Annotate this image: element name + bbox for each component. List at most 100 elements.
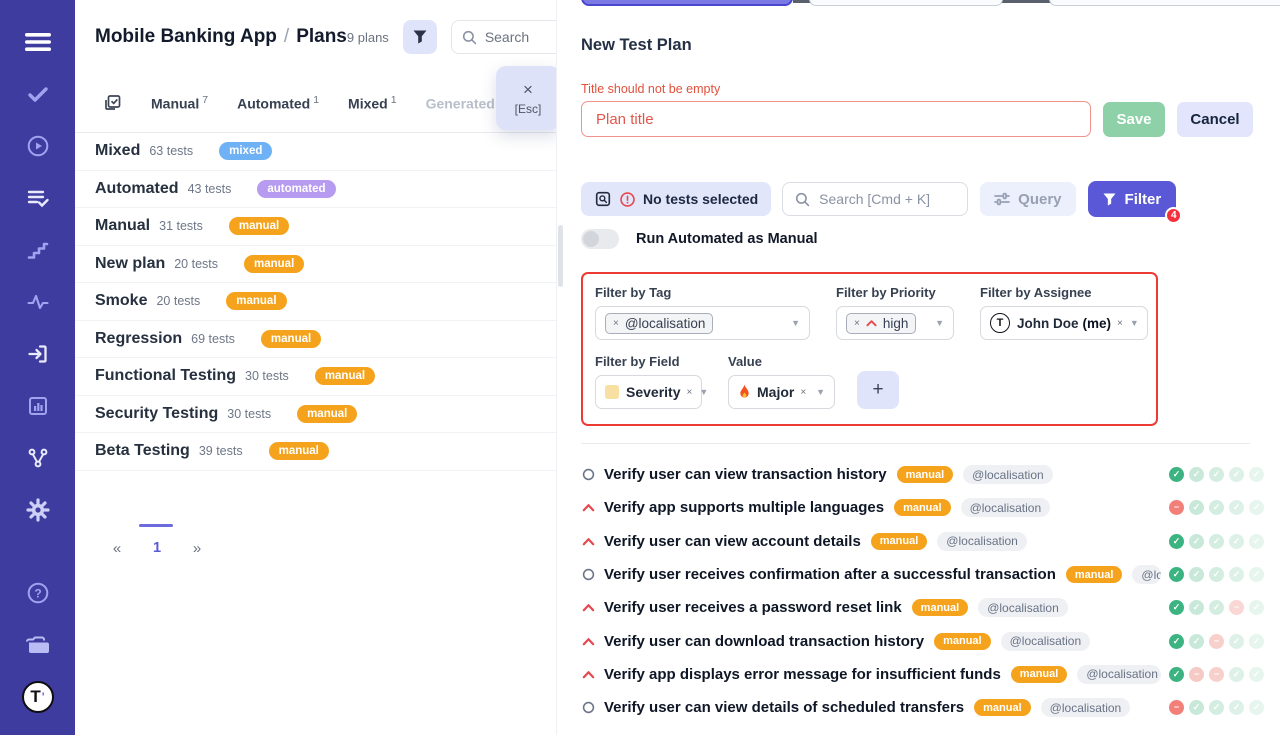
- plan-filter-tab[interactable]: Mixed1: [348, 94, 397, 112]
- plan-list-item[interactable]: Functional Testing 30 tests manual: [75, 358, 556, 396]
- test-manual-badge: manual: [871, 533, 928, 550]
- tag-select[interactable]: ×@localisation ▼: [595, 306, 810, 340]
- plan-list-item[interactable]: Beta Testing 39 tests manual: [75, 433, 556, 471]
- test-title[interactable]: Verify user can download transaction his…: [604, 633, 924, 650]
- plan-list-item[interactable]: New plan 20 tests manual: [75, 246, 556, 284]
- run-automated-toggle[interactable]: [581, 229, 619, 249]
- tests-search-input[interactable]: [819, 191, 949, 207]
- status-pass-dot: ✓: [1229, 534, 1244, 549]
- toggle-knob: [583, 231, 599, 247]
- plan-filter-tab[interactable]: Generated: [426, 94, 498, 112]
- list-check-icon[interactable]: [0, 172, 75, 224]
- strip-tab-active[interactable]: [581, 0, 793, 6]
- test-row[interactable]: Verify app displays error message for in…: [581, 658, 1264, 691]
- save-button[interactable]: Save: [1103, 102, 1165, 137]
- plan-filter-tab[interactable]: Manual7: [151, 94, 208, 112]
- pagination-next[interactable]: »: [191, 540, 203, 557]
- chevron-down-icon[interactable]: ▼: [784, 318, 800, 328]
- priority-chip[interactable]: ×high: [846, 313, 916, 334]
- plan-filter-tab[interactable]: Automated1: [237, 94, 319, 112]
- select-all-icon[interactable]: [102, 93, 122, 113]
- chevron-down-icon[interactable]: ▼: [1123, 318, 1139, 328]
- field-select[interactable]: Severity × ▼: [595, 375, 702, 409]
- plan-test-count: 39 tests: [199, 444, 243, 458]
- tag-chip[interactable]: ×@localisation: [605, 313, 713, 334]
- plans-filter-button[interactable]: [403, 20, 437, 54]
- help-icon[interactable]: ?: [0, 567, 75, 619]
- test-title[interactable]: Verify user receives confirmation after …: [604, 566, 1056, 583]
- test-title[interactable]: Verify user receives a password reset li…: [604, 599, 902, 616]
- menu-icon[interactable]: [0, 16, 75, 68]
- plan-list-item[interactable]: Automated 43 tests automated: [75, 171, 556, 209]
- test-row[interactable]: Verify user receives confirmation after …: [581, 558, 1264, 591]
- pagination-page-1[interactable]: 1: [153, 540, 161, 556]
- query-button[interactable]: Query: [980, 182, 1075, 216]
- status-pass-dot: ✓: [1209, 600, 1224, 615]
- plan-list-item[interactable]: Regression 69 tests manual: [75, 321, 556, 359]
- play-circle-icon[interactable]: [0, 120, 75, 172]
- value-value: Major: [757, 384, 794, 400]
- esc-key-hint: [Esc]: [515, 102, 542, 116]
- remove-priority-icon[interactable]: ×: [854, 318, 860, 329]
- folder-icon[interactable]: [0, 619, 75, 671]
- strip-tab-inactive-2[interactable]: [1049, 0, 1280, 6]
- activity-icon[interactable]: [0, 276, 75, 328]
- no-tests-selected-badge[interactable]: No tests selected: [581, 182, 771, 216]
- status-pass-dot: ✓: [1249, 700, 1264, 715]
- status-pass-dot: ✓: [1209, 700, 1224, 715]
- testomat-logo[interactable]: T': [0, 671, 75, 723]
- priority-icon: [581, 537, 595, 546]
- tabs-slot: Manual7 Automated1 Mixed1 Generated: [151, 94, 498, 112]
- pagination-prev[interactable]: «: [111, 540, 123, 557]
- sign-in-icon[interactable]: [0, 328, 75, 380]
- test-tag-chip: @localisation: [961, 498, 1051, 517]
- test-title[interactable]: Verify user can view details of schedule…: [604, 699, 964, 716]
- value-select[interactable]: Major × ▼: [728, 375, 835, 409]
- assignee-select[interactable]: T John Doe (me) × ▼: [980, 306, 1148, 340]
- chevron-down-icon[interactable]: ▼: [809, 387, 825, 397]
- plan-name: Beta Testing: [95, 442, 190, 460]
- test-title[interactable]: Verify app supports multiple languages: [604, 499, 884, 516]
- esc-close-card[interactable]: × [Esc]: [496, 66, 556, 130]
- close-icon[interactable]: ×: [523, 81, 533, 98]
- test-row[interactable]: Verify user can view transaction history…: [581, 458, 1264, 491]
- plan-list-item[interactable]: Smoke 20 tests manual: [75, 283, 556, 321]
- test-title[interactable]: Verify app displays error message for in…: [604, 666, 1001, 683]
- test-title[interactable]: Verify user can view transaction history: [604, 466, 887, 483]
- funnel-icon: [413, 30, 427, 44]
- cancel-button[interactable]: Cancel: [1177, 102, 1253, 137]
- chevron-down-icon[interactable]: ▼: [692, 387, 708, 397]
- plan-list-item[interactable]: Mixed 63 tests mixed: [75, 133, 556, 171]
- plan-title-input[interactable]: [581, 101, 1091, 137]
- settings-gear-icon[interactable]: [0, 484, 75, 536]
- test-main: Verify app displays error message for in…: [604, 665, 1161, 684]
- git-branch-icon[interactable]: [0, 432, 75, 484]
- test-row[interactable]: Verify app supports multiple languages m…: [581, 491, 1264, 524]
- bar-chart-icon[interactable]: [0, 380, 75, 432]
- remove-tag-icon[interactable]: ×: [613, 318, 619, 329]
- priority-select[interactable]: ×high ▼: [836, 306, 954, 340]
- plans-search[interactable]: [451, 20, 556, 54]
- add-filter-button[interactable]: +: [857, 371, 899, 409]
- test-row[interactable]: Verify user can view account details man…: [581, 525, 1264, 558]
- test-row[interactable]: Verify user receives a password reset li…: [581, 591, 1264, 624]
- remove-value-icon[interactable]: ×: [800, 387, 806, 398]
- plans-search-input[interactable]: [485, 29, 556, 45]
- tests-search[interactable]: [782, 182, 968, 216]
- test-row[interactable]: Verify user can view details of schedule…: [581, 691, 1264, 724]
- strip-tab-inactive-1[interactable]: [809, 0, 1003, 6]
- status-pass-dot: ✓: [1229, 634, 1244, 649]
- check-icon[interactable]: [0, 68, 75, 120]
- tab-label: Automated: [237, 96, 310, 112]
- plan-list-item[interactable]: Security Testing 30 tests manual: [75, 396, 556, 434]
- steps-icon[interactable]: [0, 224, 75, 276]
- test-title[interactable]: Verify user can view account details: [604, 533, 861, 550]
- filter-button[interactable]: Filter 4: [1088, 181, 1177, 217]
- chevron-down-icon[interactable]: ▼: [928, 318, 944, 328]
- breadcrumb-project[interactable]: Mobile Banking App: [95, 26, 277, 47]
- scrollbar-thumb[interactable]: [558, 225, 563, 287]
- status-fail-dot: −: [1169, 500, 1184, 515]
- test-row[interactable]: Verify user can download transaction his…: [581, 624, 1264, 657]
- plan-list-item[interactable]: Manual 31 tests manual: [75, 208, 556, 246]
- test-tag-chip: @localisation: [1132, 565, 1161, 584]
